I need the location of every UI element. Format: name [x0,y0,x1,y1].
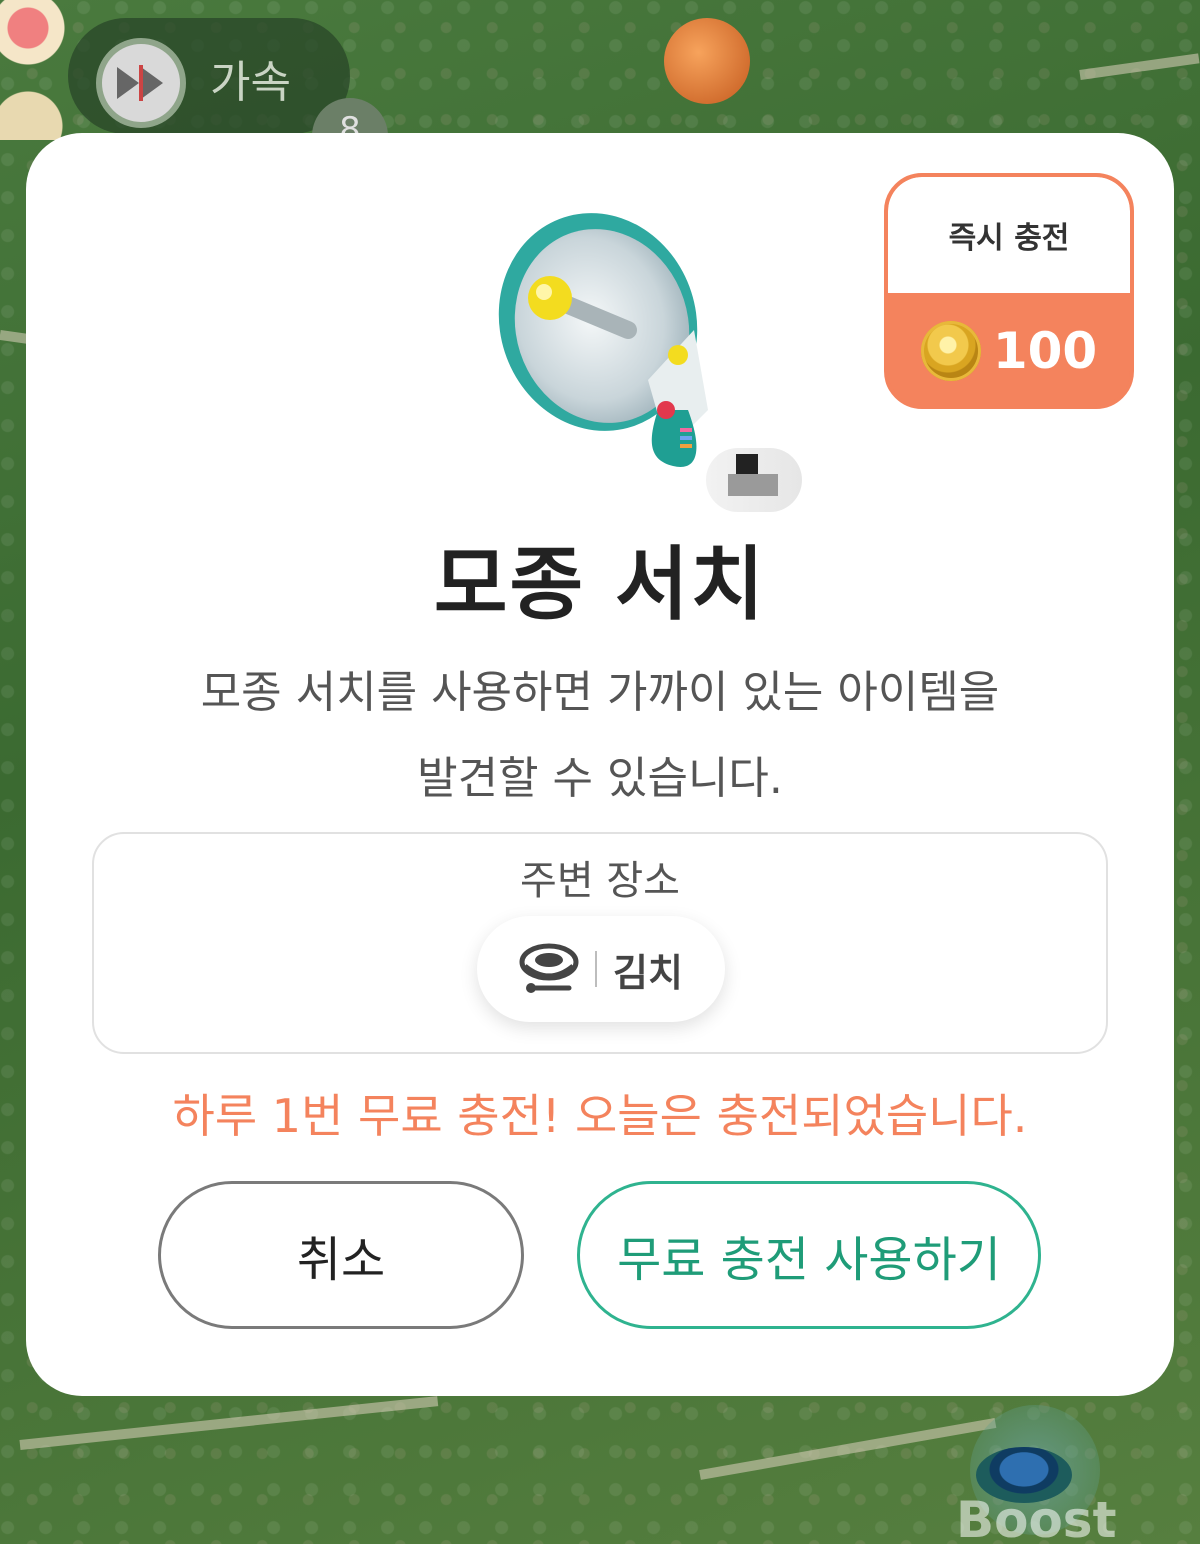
instant-charge-amount: 100 [992,322,1098,380]
nearby-places-panel: 주변 장소 김치 [92,832,1108,1054]
use-free-charge-button[interactable]: 무료 충전 사용하기 [577,1181,1041,1329]
mushroom-house-decoration [0,0,70,140]
description-line-1: 모종 서치를 사용하면 가까이 있는 아이템을 [200,667,1000,718]
flower-coin-icon [920,321,981,381]
boost-label: Boost [956,1491,1117,1549]
nearby-place-chip[interactable]: 김치 [477,916,725,1022]
chip-divider [595,951,598,987]
nearby-places-label: 주변 장소 [520,858,680,904]
description-line-2: 발견할 수 있습니다. [417,753,783,804]
modal-description: 모종 서치를 사용하면 가까이 있는 아이템을 발견할 수 있습니다. [100,650,1100,822]
instant-charge-label: 즉시 충전 [888,177,1130,293]
rose-decoration [664,18,750,104]
fast-forward-icon [96,38,186,128]
accelerate-label: 가속 [210,57,291,108]
boost-button[interactable]: Boost [950,1395,1116,1549]
nearby-place-name: 김치 [613,950,683,995]
map-path [1079,53,1200,80]
instant-charge-cost: 100 [888,293,1130,405]
cancel-button[interactable]: 취소 [158,1181,524,1329]
kimchi-bowl-icon [519,943,579,993]
instant-charge-button[interactable]: 즉시 충전 100 [884,173,1134,409]
free-charge-notice: 하루 1번 무료 충전! 오늘은 충전되었습니다. [172,1089,1028,1143]
blurred-profile-image [706,448,802,512]
modal-title: 모종 서치 [433,538,767,631]
map-path [19,1396,439,1450]
